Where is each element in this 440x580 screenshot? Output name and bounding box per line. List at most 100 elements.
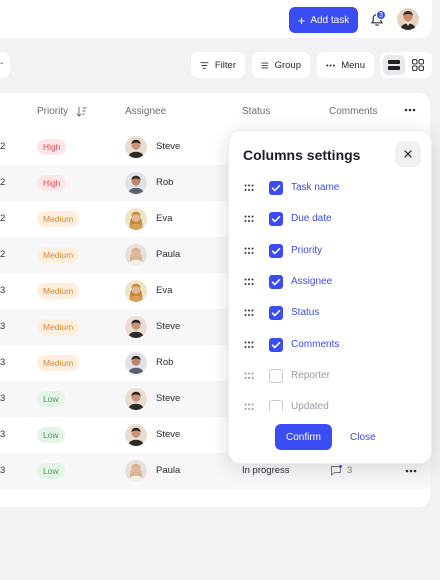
close-button[interactable]: Close <box>345 424 381 450</box>
drag-handle-icon[interactable] <box>244 278 254 287</box>
priority-badge: Low <box>37 427 65 443</box>
column-option-label: Reporter <box>291 369 330 381</box>
row-options-icon[interactable] <box>404 464 418 478</box>
column-option-label: Assignee <box>291 275 333 287</box>
checkmark-icon <box>271 310 281 317</box>
assignee-avatar <box>125 244 147 266</box>
priority-column-header[interactable]: Priority <box>37 106 68 117</box>
assignee-name: Steve <box>156 393 181 404</box>
checkmark-icon <box>271 184 281 192</box>
column-checkbox[interactable] <box>269 368 283 383</box>
assignee-avatar <box>125 208 147 230</box>
assignee-column-header[interactable]: Assignee <box>125 106 166 117</box>
column-option-task-name[interactable]: Task name <box>229 178 431 200</box>
priority-badge: Medium <box>37 211 80 227</box>
column-options-icon[interactable] <box>404 108 416 112</box>
assignee-name: Steve <box>156 141 181 152</box>
assignee-avatar <box>125 316 147 338</box>
drag-handle-icon[interactable] <box>244 372 254 381</box>
group-label: Group <box>274 59 301 71</box>
priority-badge: High <box>37 139 67 155</box>
comments-column-header[interactable]: Comments <box>329 106 377 117</box>
assignee-avatar <box>125 352 147 374</box>
row-number-cell: 3 <box>0 321 6 332</box>
list-view-button[interactable] <box>383 55 405 75</box>
column-option-updated[interactable]: Updated <box>229 397 431 411</box>
column-option-label: Task name <box>291 182 340 193</box>
filter-icon <box>200 61 209 69</box>
drag-handle-icon[interactable] <box>244 184 254 193</box>
priority-badge: Medium <box>37 283 80 299</box>
column-checkbox[interactable] <box>269 400 283 411</box>
comments-cell[interactable]: 3 <box>330 464 360 478</box>
row-number-cell: 2 <box>0 213 6 224</box>
column-checkbox[interactable] <box>269 181 283 195</box>
row-number-cell: 2 <box>0 249 6 260</box>
add-task-button[interactable]: + Add task <box>289 7 358 33</box>
filter-button[interactable]: Filter <box>191 52 245 78</box>
dialog-title: Columns settings <box>243 147 361 163</box>
plus-icon: + <box>297 12 306 28</box>
column-option-due-date[interactable]: Due date <box>229 209 431 231</box>
menu-label: Menu <box>341 59 365 71</box>
menu-button[interactable]: Menu <box>317 52 374 78</box>
drag-handle-icon[interactable] <box>244 403 254 411</box>
priority-badge: Low <box>37 391 65 407</box>
column-list: Task name Due date Priority Assignee Status C… <box>229 171 431 411</box>
checkmark-icon <box>271 341 281 348</box>
user-avatar[interactable] <box>397 8 419 30</box>
column-checkbox[interactable] <box>269 274 283 289</box>
add-task-label: Add task <box>310 14 350 26</box>
assignee-avatar <box>125 388 147 410</box>
table-header: Priority Assignee Status Comments <box>0 93 430 129</box>
drag-handle-icon[interactable] <box>244 247 254 256</box>
columns-settings-dialog: Columns settings Task name Due date Priori… <box>228 130 432 464</box>
row-number-cell: 3 <box>0 357 6 368</box>
assignee-avatar <box>125 280 147 302</box>
column-option-assignee[interactable]: Assignee <box>229 272 431 294</box>
column-option-comments[interactable]: Comments <box>229 335 431 357</box>
search-field-edge[interactable]: - <box>0 52 10 78</box>
more-horizontal-icon <box>326 63 335 67</box>
assignee-avatar <box>125 460 147 482</box>
priority-badge: High <box>37 175 67 191</box>
drag-handle-icon[interactable] <box>244 309 254 318</box>
row-number-cell: 3 <box>0 429 6 440</box>
column-checkbox[interactable] <box>269 337 283 352</box>
search-field-edge-text: - <box>0 58 4 69</box>
comment-count: 3 <box>347 465 353 476</box>
column-option-label: Due date <box>291 213 332 225</box>
assignee-name: Paula <box>156 249 181 260</box>
column-option-label: Status <box>291 307 320 319</box>
group-button[interactable]: Group <box>252 52 310 78</box>
drag-handle-icon[interactable] <box>244 215 254 224</box>
assignee-name: Steve <box>156 321 181 332</box>
close-icon <box>404 150 412 158</box>
row-number-cell: 3 <box>0 465 6 476</box>
row-number-cell: 3 <box>0 285 6 296</box>
assignee-name: Rob <box>156 177 174 188</box>
grid-view-icon[interactable] <box>410 57 426 73</box>
status-column-header[interactable]: Status <box>242 106 270 117</box>
comment-icon <box>331 465 342 476</box>
column-option-reporter[interactable]: Reporter <box>229 366 431 388</box>
status-cell: In progress <box>242 465 290 476</box>
column-checkbox[interactable] <box>269 212 283 227</box>
assignee-avatar <box>125 424 147 446</box>
assignee-name: Steve <box>156 429 181 440</box>
filter-label: Filter <box>214 59 236 71</box>
top-bar: + Add task 3 <box>0 0 432 38</box>
column-option-priority[interactable]: Priority <box>229 241 431 263</box>
row-number-cell: 2 <box>0 141 6 152</box>
column-option-label: Updated <box>291 401 329 411</box>
column-checkbox[interactable] <box>269 243 283 258</box>
sort-icon[interactable] <box>76 106 87 117</box>
assignee-name: Rob <box>156 357 174 368</box>
drag-handle-icon[interactable] <box>244 341 254 350</box>
assignee-name: Eva <box>156 285 173 296</box>
confirm-button[interactable]: Confirm <box>275 424 332 450</box>
column-option-status[interactable]: Status <box>229 303 431 325</box>
close-dialog-button[interactable] <box>395 141 421 167</box>
column-checkbox[interactable] <box>269 306 283 321</box>
column-option-label: Priority <box>291 244 323 256</box>
